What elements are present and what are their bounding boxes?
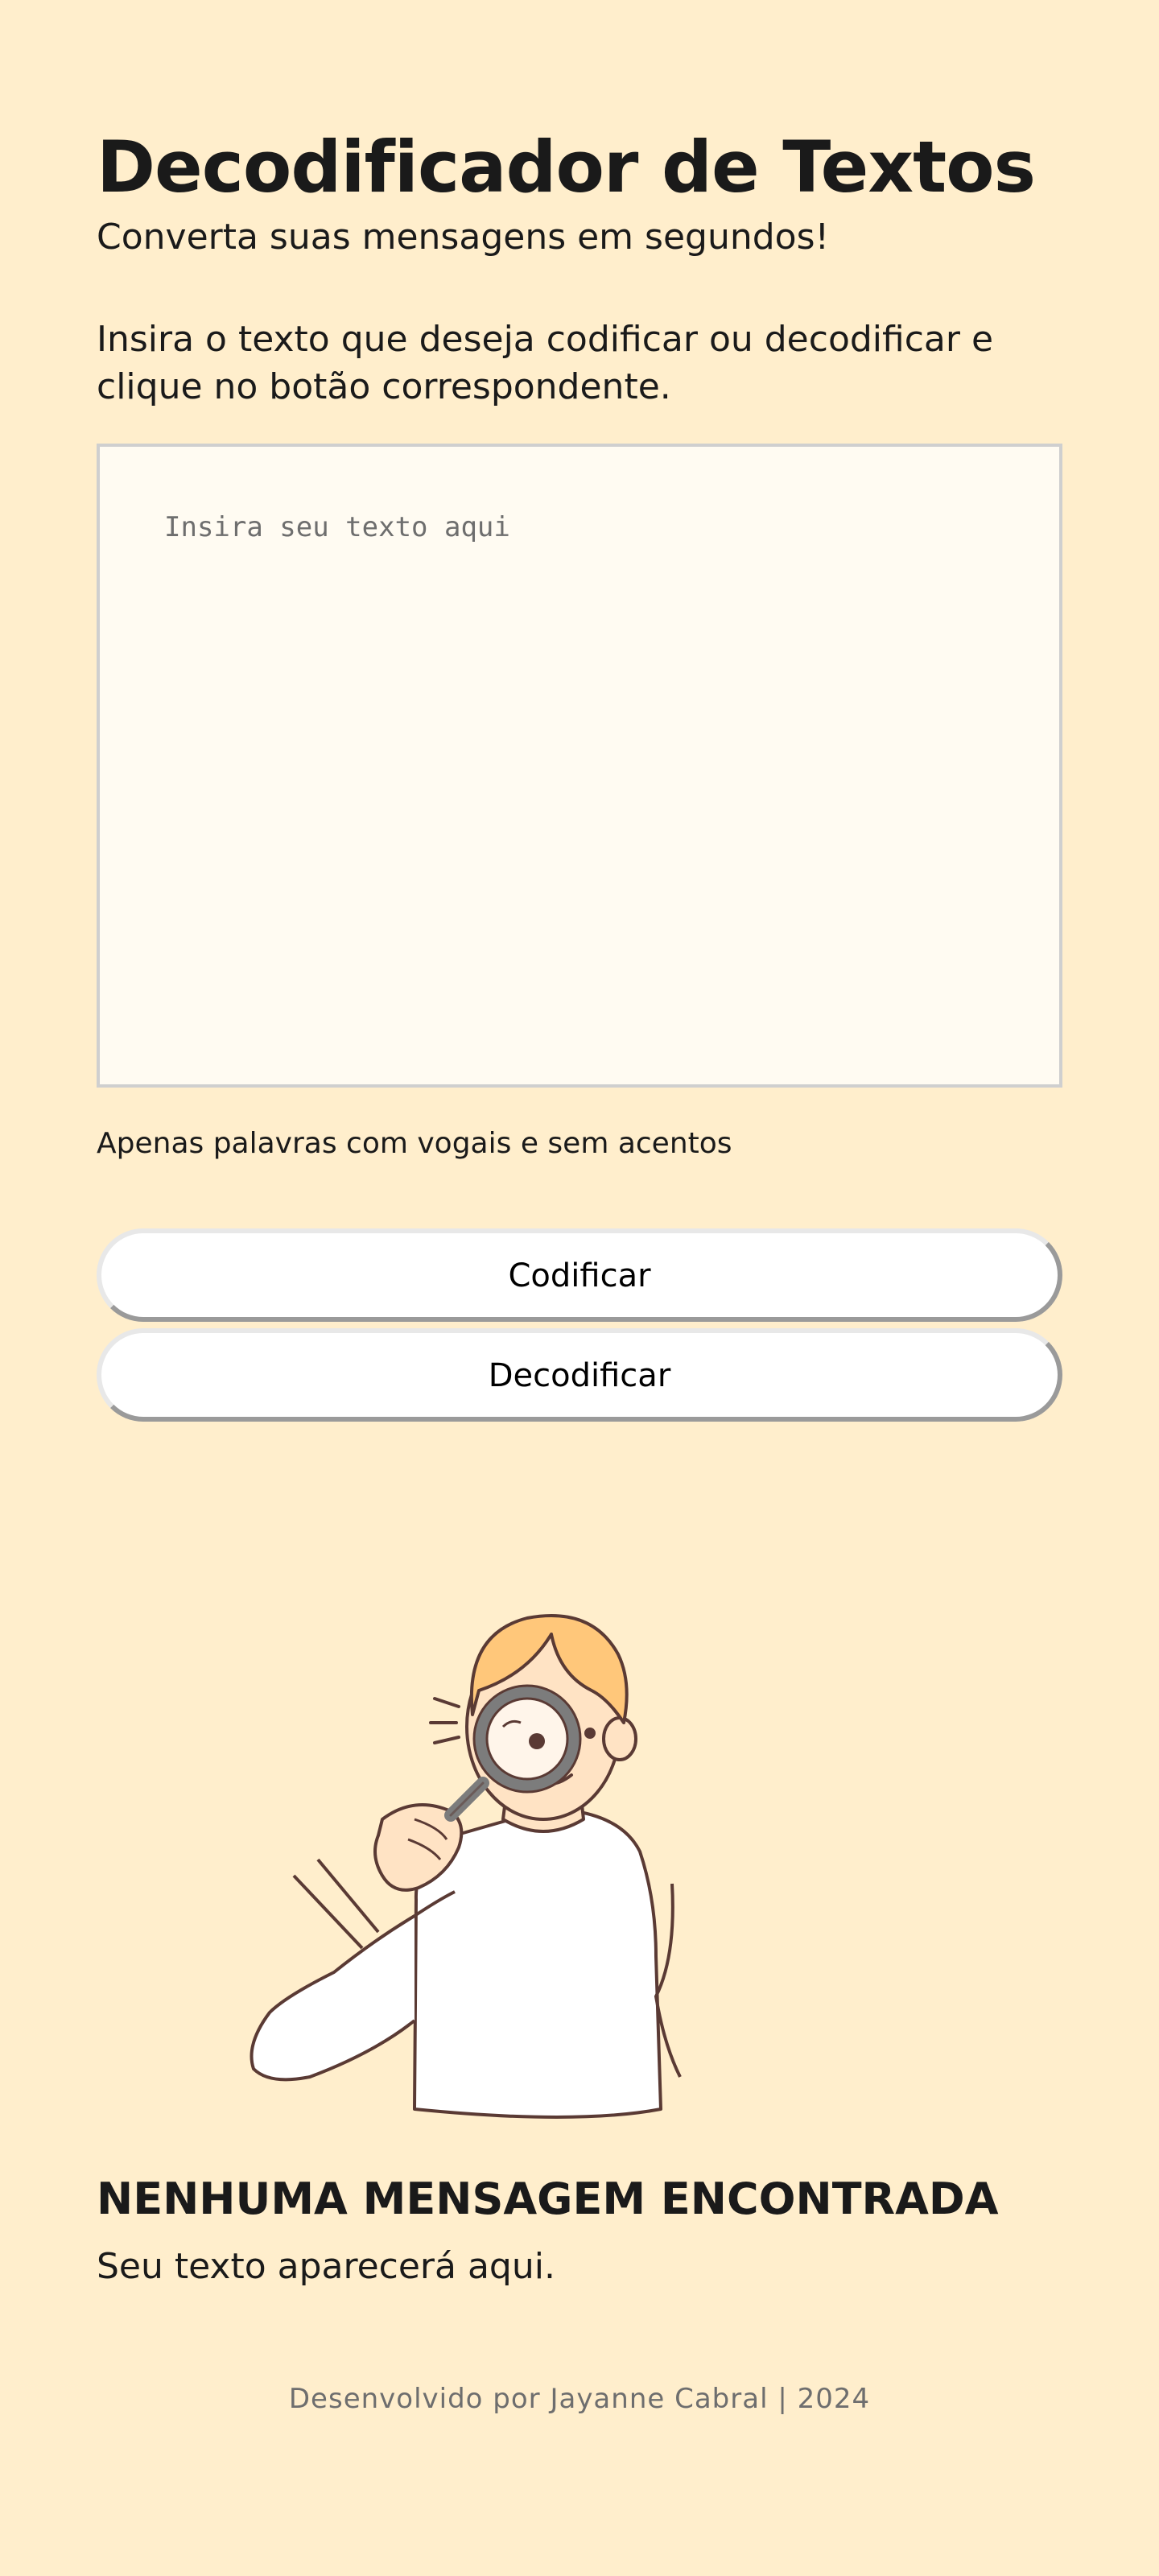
input-hint: Apenas palavras com vogais e sem acentos — [97, 1127, 732, 1161]
page-subtitle: Converta suas mensagens em segundos! — [97, 216, 830, 258]
empty-output-subtitle: Seu texto aparecerá aqui. — [97, 2246, 555, 2287]
text-input[interactable] — [100, 447, 1059, 1085]
page-title: Decodificador de Textos — [97, 126, 1036, 208]
instructions-text: Insira o texto que deseja codificar ou d… — [97, 318, 994, 408]
person-magnifying-glass-illustration — [173, 1578, 753, 2141]
decode-button[interactable]: Decodificar — [97, 1328, 1062, 1422]
encode-button[interactable]: Codificar — [97, 1228, 1062, 1323]
footer-text: Desenvolvido por Jayanne Cabral | 2024 — [288, 2383, 871, 2415]
empty-output-title: NENHUMA MENSAGEM ENCONTRADA — [97, 2174, 999, 2224]
main-container: Decodificador de Textos Converta suas me… — [97, 126, 1062, 1422]
text-input-box — [97, 444, 1062, 1088]
